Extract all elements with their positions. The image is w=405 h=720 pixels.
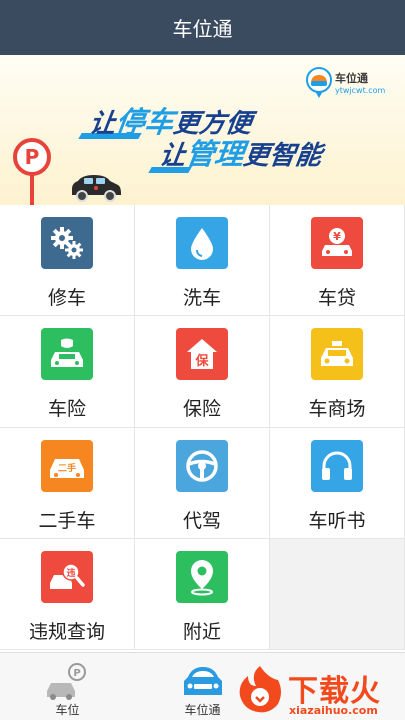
tab-label: 车位 xyxy=(55,703,80,717)
service-violation-query[interactable]: 违 违规查询 xyxy=(0,538,135,650)
car-insurance-icon xyxy=(41,328,93,381)
promo-banner[interactable]: 让停车更方便 让管理更智能 车位通 ytwjcwt.com P xyxy=(0,55,405,205)
service-label: 二手车 xyxy=(38,509,96,532)
gears-icon xyxy=(41,217,93,269)
brand-logo: 车位通 ytwjcwt.com xyxy=(305,67,395,101)
svg-text:保: 保 xyxy=(194,353,209,369)
service-nearby[interactable]: 附近 xyxy=(135,538,270,650)
service-repair[interactable]: 修车 xyxy=(0,205,135,317)
service-label: 违规查询 xyxy=(28,620,105,643)
grid-empty-cell xyxy=(270,538,405,650)
service-car-insurance[interactable]: 车险 xyxy=(0,316,135,428)
service-car-wash[interactable]: 洗车 xyxy=(135,205,270,317)
service-label: 车听书 xyxy=(308,509,366,532)
cartoon-car-icon xyxy=(72,175,121,202)
used-car-icon: 二手 xyxy=(41,439,93,492)
svg-text:违: 违 xyxy=(66,567,75,579)
service-label: 保险 xyxy=(182,398,221,421)
service-designated-driver[interactable]: 代驾 xyxy=(135,427,270,539)
watermark-url: xiazaihuo.com xyxy=(289,704,378,717)
service-label: 修车 xyxy=(47,287,86,309)
svg-text:二手: 二手 xyxy=(58,462,76,474)
title-bar: 车位通 xyxy=(0,0,405,55)
taxi-icon xyxy=(311,328,363,381)
page-title: 车位通 xyxy=(172,17,233,41)
service-car-loan[interactable]: ¥ 车贷 xyxy=(270,205,405,317)
brand-url: ytwjcwt.com xyxy=(335,86,386,95)
service-label: 代驾 xyxy=(182,509,221,532)
headphones-icon xyxy=(311,439,363,492)
insurance-house-icon: 保 xyxy=(176,328,228,381)
tab-parking[interactable]: P 车位 xyxy=(0,653,135,720)
parking-car-icon: P xyxy=(46,663,86,700)
service-audiobook[interactable]: 车听书 xyxy=(270,427,405,539)
flame-logo-icon xyxy=(239,666,281,713)
service-grid: 修车 洗车 ¥ 车贷 车险 保 保险 车商场 二手 二手车 代驾 车听书 违 违… xyxy=(0,205,405,650)
service-used-car[interactable]: 二手 二手车 xyxy=(0,427,135,539)
service-car-mall[interactable]: 车商场 xyxy=(270,316,405,428)
service-insurance[interactable]: 保 保险 xyxy=(135,316,270,428)
service-label: 洗车 xyxy=(182,287,221,309)
water-drop-icon xyxy=(176,217,228,269)
service-label: 附近 xyxy=(182,620,221,643)
banner-slogan-2: 让管理更智能 xyxy=(157,137,324,171)
brand-name: 车位通 xyxy=(335,72,368,85)
watermark: 下载火 xiazaihuo.com xyxy=(232,660,405,720)
violation-search-icon: 违 xyxy=(41,550,93,603)
svg-text:¥: ¥ xyxy=(333,230,341,243)
brand-logo-icon xyxy=(306,67,332,98)
service-label: 车贷 xyxy=(317,287,356,309)
parking-sign-icon: P xyxy=(13,138,51,205)
service-label: 车商场 xyxy=(308,398,366,421)
location-pin-icon xyxy=(176,550,228,603)
car-loan-icon: ¥ xyxy=(311,217,363,269)
service-label: 车险 xyxy=(47,398,86,421)
svg-text:P: P xyxy=(73,668,80,679)
steering-wheel-icon xyxy=(176,439,228,492)
car-front-icon xyxy=(183,667,222,695)
svg-text:P: P xyxy=(25,145,40,169)
